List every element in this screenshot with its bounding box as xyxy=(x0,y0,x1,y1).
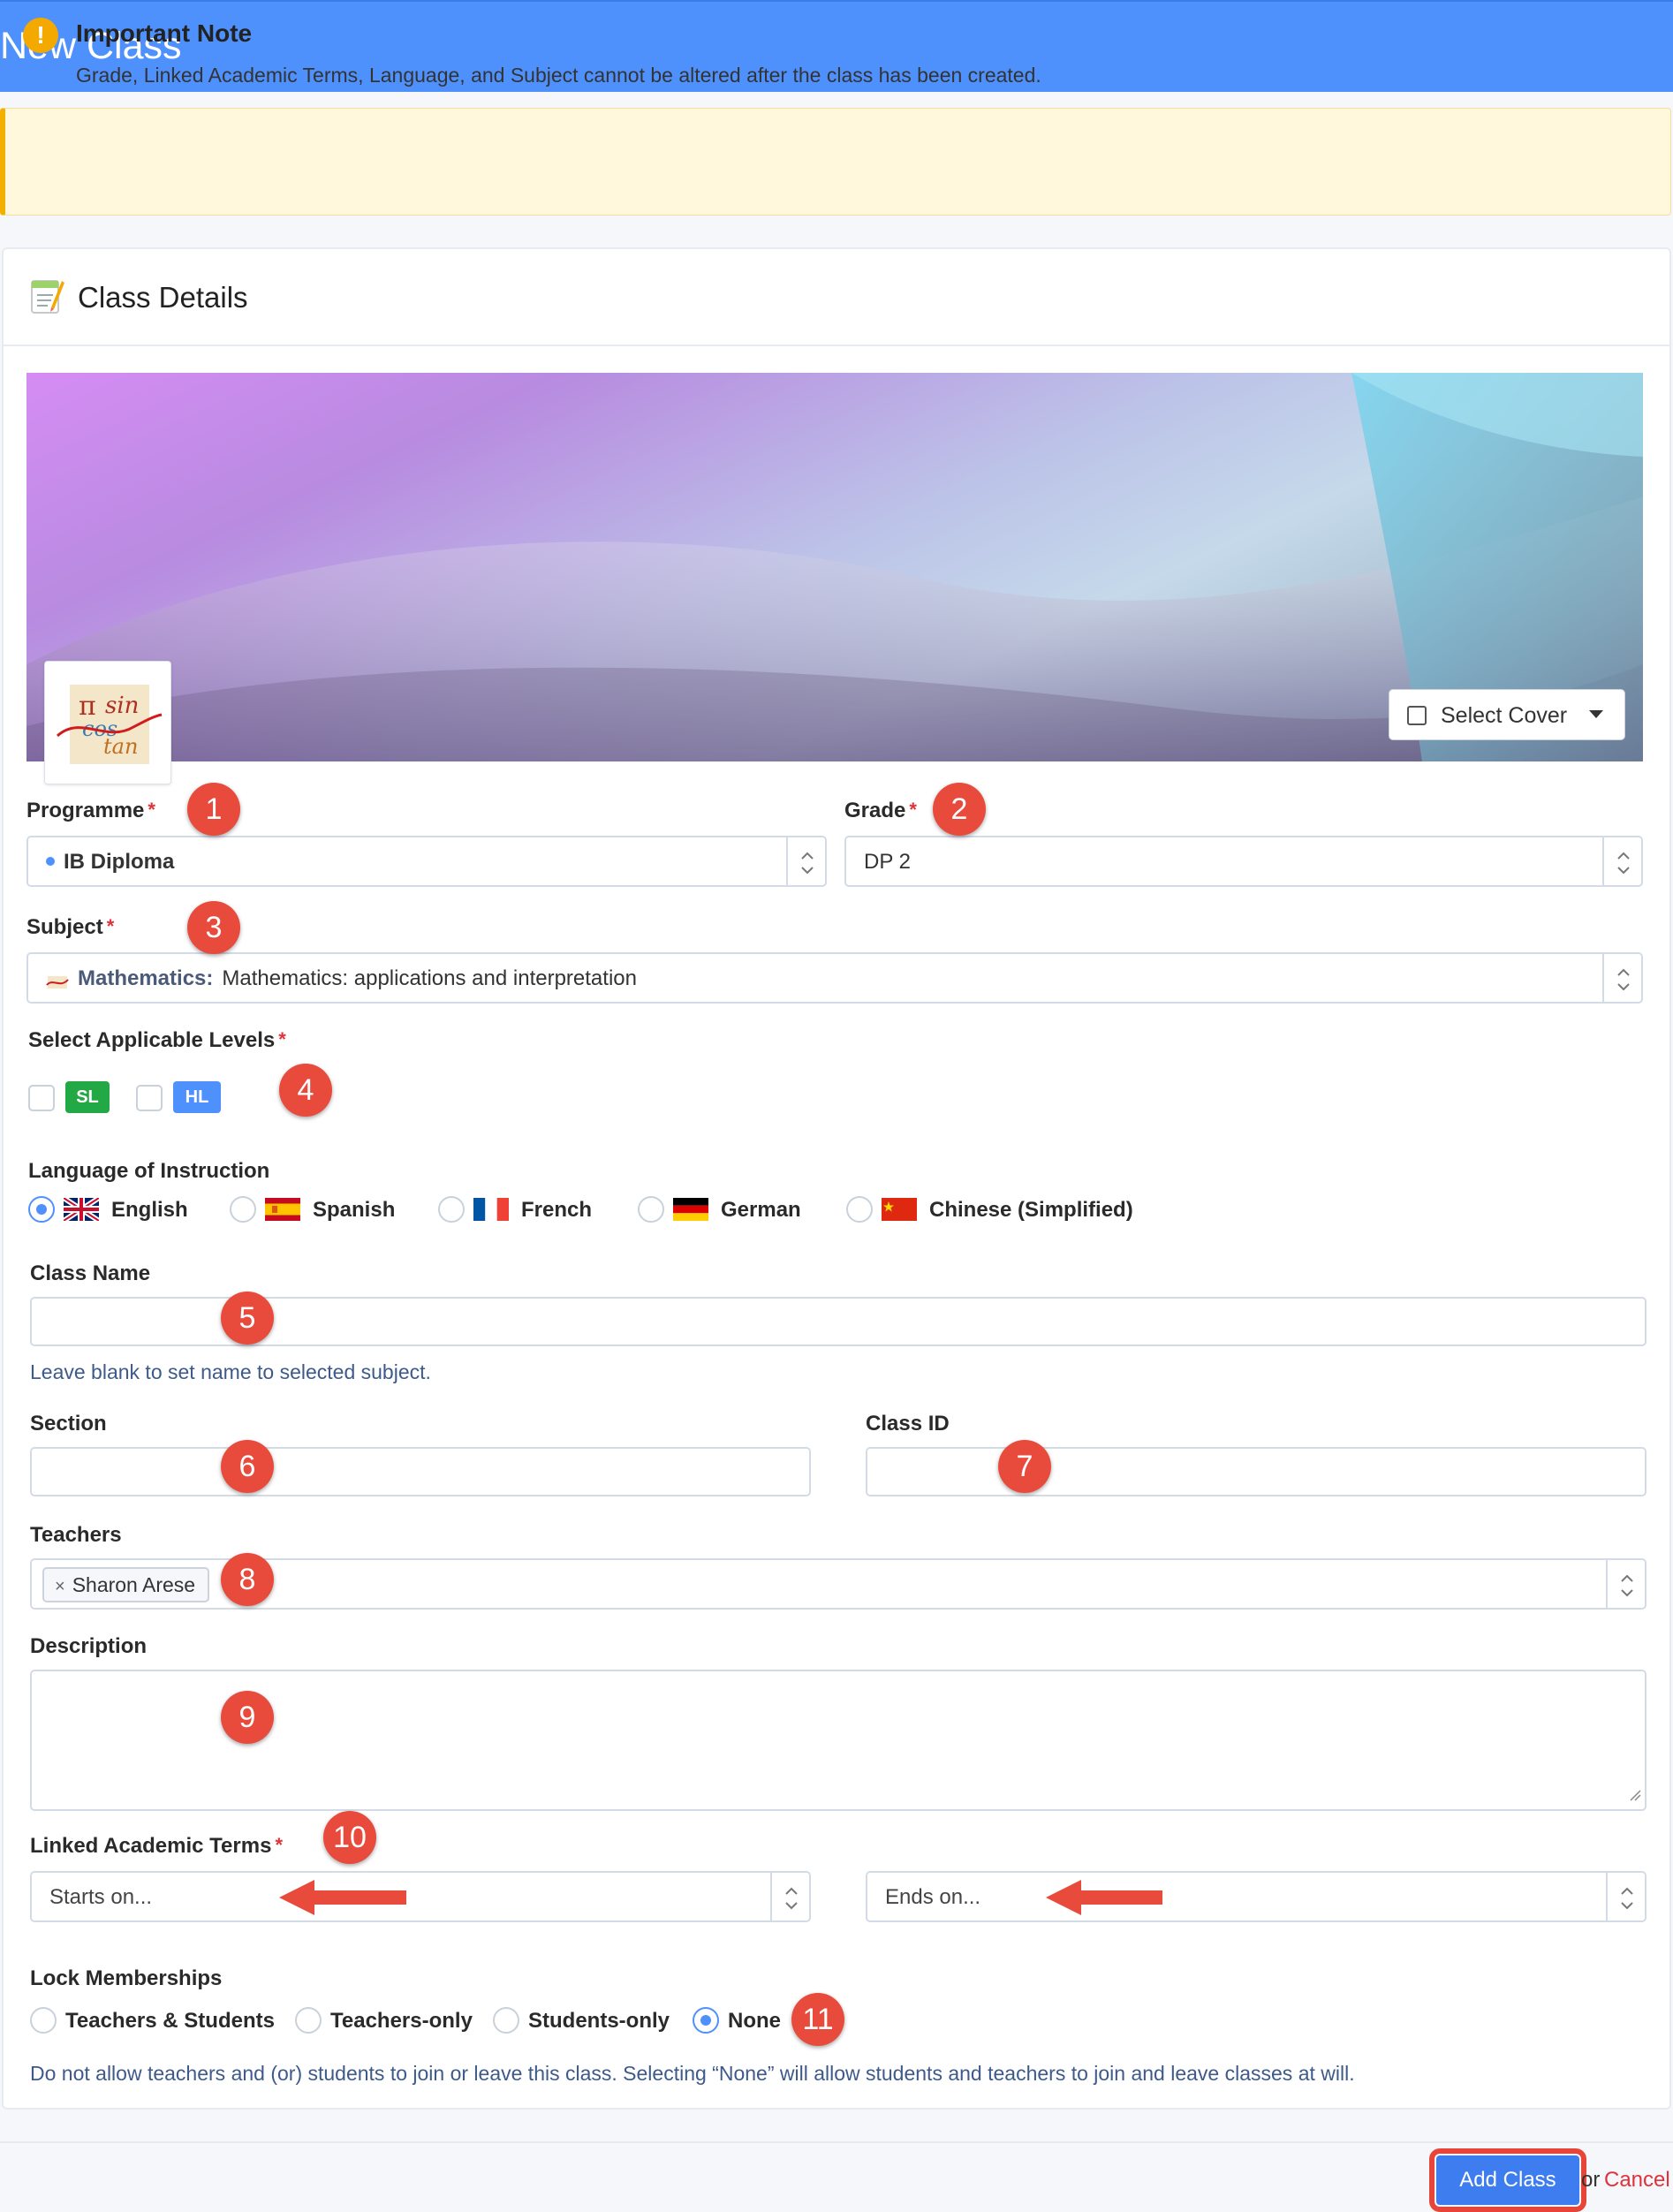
arrow-left-icon xyxy=(1046,1880,1162,1915)
caret-down-icon xyxy=(1589,710,1603,718)
step-marker-8: 8 xyxy=(221,1553,274,1606)
class-name-label: Class Name xyxy=(30,1261,151,1285)
lock-students-only-radio[interactable] xyxy=(493,2007,519,2034)
step-marker-3: 3 xyxy=(187,901,240,954)
language-english-radio[interactable] xyxy=(28,1196,55,1223)
lock-students-only-label: Students-only xyxy=(528,2009,670,2033)
terms-start-select[interactable]: Starts on... xyxy=(30,1871,811,1922)
language-label: Language of Instruction xyxy=(28,1159,270,1183)
levels-label: Select Applicable Levels * xyxy=(28,1028,286,1052)
level-sl-checkbox[interactable] xyxy=(28,1085,55,1111)
teacher-chip[interactable]: × Sharon Arese xyxy=(42,1567,210,1602)
select-spinner-icon xyxy=(1602,837,1641,885)
programme-select[interactable]: IB Diploma xyxy=(26,836,827,887)
language-chinese-label: Chinese (Simplified) xyxy=(929,1198,1133,1222)
level-hl-checkbox[interactable] xyxy=(136,1085,163,1111)
lock-none-radio[interactable] xyxy=(693,2007,719,2034)
language-english-label: English xyxy=(111,1198,188,1222)
level-sl-badge: SL xyxy=(65,1081,110,1113)
language-french-radio[interactable] xyxy=(438,1196,465,1223)
step-marker-7: 7 xyxy=(998,1440,1051,1493)
select-spinner-icon xyxy=(770,1873,809,1920)
step-marker-1: 1 xyxy=(187,783,240,836)
step-marker-5: 5 xyxy=(221,1292,274,1345)
select-cover-button[interactable]: Select Cover xyxy=(1389,689,1625,740)
svg-text:sin: sin xyxy=(105,693,139,719)
lock-help: Do not allow teachers and (or) students … xyxy=(30,2062,1355,2085)
lock-teachers-only-label: Teachers-only xyxy=(330,2009,473,2033)
warning-icon: ! xyxy=(23,18,58,53)
programme-dot xyxy=(46,856,55,866)
level-hl-badge: HL xyxy=(173,1081,221,1113)
uk-flag-icon xyxy=(62,1195,101,1223)
step-marker-2: 2 xyxy=(933,783,986,836)
subject-icon xyxy=(46,972,69,989)
language-german-label: German xyxy=(721,1198,801,1222)
card-divider xyxy=(2,345,1671,346)
step-marker-4: 4 xyxy=(279,1064,332,1117)
arrow-left-icon xyxy=(279,1880,406,1915)
lock-none-label: None xyxy=(728,2009,781,2033)
language-spanish-label: Spanish xyxy=(313,1198,396,1222)
remove-icon[interactable]: × xyxy=(55,1577,65,1596)
step-marker-11: 11 xyxy=(791,1993,844,2046)
class-id-input[interactable] xyxy=(866,1447,1647,1496)
lock-teachers-only-radio[interactable] xyxy=(295,2007,322,2034)
language-spanish-radio[interactable] xyxy=(230,1196,256,1223)
cancel-link[interactable]: Cancel xyxy=(1604,2168,1670,2193)
description-label: Description xyxy=(30,1634,148,1658)
section-label: Section xyxy=(30,1412,107,1436)
footer-divider xyxy=(0,2141,1673,2143)
add-class-button[interactable]: Add Class xyxy=(1429,2148,1586,2212)
grade-label: Grade * xyxy=(844,799,917,822)
step-marker-10: 10 xyxy=(323,1811,376,1864)
svg-text:tan: tan xyxy=(103,734,138,759)
step-marker-9: 9 xyxy=(221,1691,274,1744)
class-name-help: Leave blank to set name to selected subj… xyxy=(30,1360,431,1383)
subject-group: Mathematics: xyxy=(78,966,214,990)
subject-select[interactable]: Mathematics: Mathematics: applications an… xyxy=(26,952,1643,1004)
lock-teachers-students-radio[interactable] xyxy=(30,2007,57,2034)
class-id-label: Class ID xyxy=(866,1412,950,1436)
language-german-radio[interactable] xyxy=(638,1196,664,1223)
terms-label: Linked Academic Terms * xyxy=(30,1834,283,1858)
select-spinner-icon xyxy=(786,837,825,885)
language-chinese-radio[interactable] xyxy=(846,1196,873,1223)
select-spinner-icon xyxy=(1606,1873,1645,1920)
section-input[interactable] xyxy=(30,1447,811,1496)
subject-thumbnail: π sin cos tan xyxy=(44,661,171,784)
note-title: Important Note xyxy=(76,19,253,47)
step-marker-6: 6 xyxy=(221,1440,274,1493)
lock-teachers-students-label: Teachers & Students xyxy=(65,2009,275,2033)
language-french-label: French xyxy=(521,1198,593,1222)
select-spinner-icon xyxy=(1602,954,1641,1002)
section-title: Class Details xyxy=(78,281,248,314)
or-text: or xyxy=(1581,2168,1601,2192)
teacher-chip-label: Sharon Arese xyxy=(72,1573,196,1596)
select-spinner-icon xyxy=(1606,1560,1645,1608)
note-text: Grade, Linked Academic Terms, Language, … xyxy=(76,64,1041,87)
china-flag-icon xyxy=(882,1198,917,1221)
france-flag-icon xyxy=(473,1198,509,1221)
grade-select[interactable]: DP 2 xyxy=(844,836,1643,887)
subject-label: Subject * xyxy=(26,915,115,939)
programme-label: Programme * xyxy=(26,799,155,822)
resize-grip-icon[interactable] xyxy=(1627,1787,1641,1806)
select-cover-label: Select Cover xyxy=(1441,703,1568,728)
teachers-label: Teachers xyxy=(30,1523,122,1547)
subject-value: Mathematics: applications and interpreta… xyxy=(222,966,637,990)
lock-label: Lock Memberships xyxy=(30,1966,223,1990)
description-textarea[interactable] xyxy=(30,1670,1647,1811)
germany-flag-icon xyxy=(673,1198,708,1221)
spain-flag-icon xyxy=(265,1198,300,1221)
important-note xyxy=(0,108,1671,216)
image-icon xyxy=(1407,706,1427,725)
memo-icon xyxy=(28,276,65,316)
terms-end-select[interactable]: Ends on... xyxy=(866,1871,1647,1922)
